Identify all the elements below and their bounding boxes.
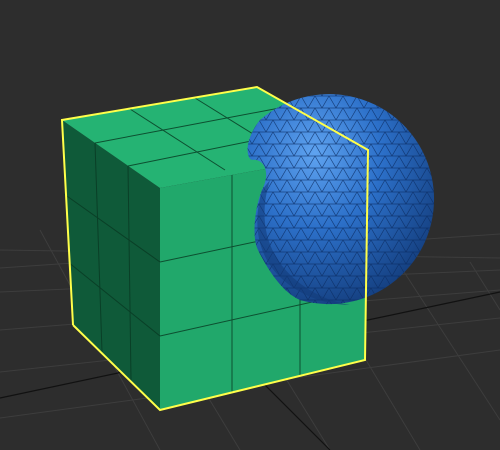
viewport-scene[interactable] xyxy=(0,0,500,450)
geosphere-object[interactable] xyxy=(247,94,435,305)
sphere-wire xyxy=(247,94,435,305)
perspective-viewport[interactable] xyxy=(0,0,500,450)
